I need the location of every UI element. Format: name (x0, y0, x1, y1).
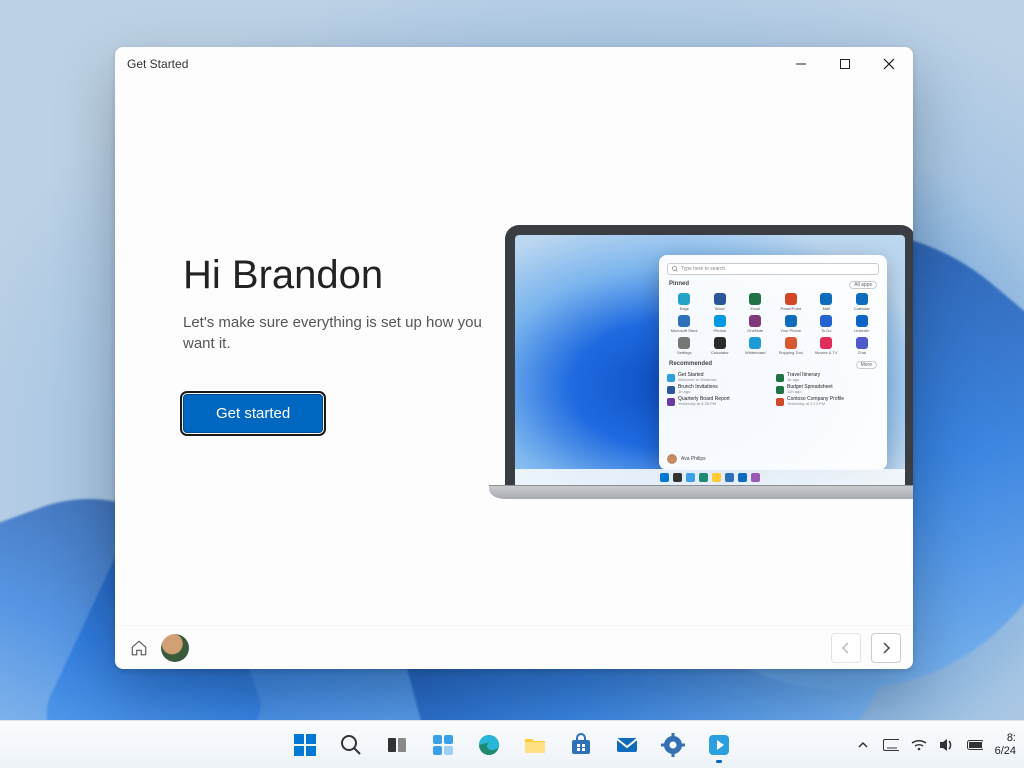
taskbar-search[interactable] (331, 725, 371, 765)
store-icon (569, 733, 593, 757)
titlebar[interactable]: Get Started (115, 47, 913, 81)
page-headline: Hi Brandon (183, 253, 496, 298)
windows-logo-icon (294, 734, 316, 756)
tray-battery-icon[interactable] (967, 737, 983, 753)
tray-wifi-icon[interactable] (911, 737, 927, 753)
taskbar-start[interactable] (285, 725, 325, 765)
minimize-button[interactable] (779, 47, 823, 81)
taskbar-file-explorer[interactable] (515, 725, 555, 765)
folder-icon (523, 733, 547, 757)
taskbar-mail[interactable] (607, 725, 647, 765)
get-started-button[interactable]: Get started (183, 394, 323, 433)
nav-next-button[interactable] (871, 633, 901, 663)
taskbar-widgets[interactable] (423, 725, 463, 765)
page-subtext: Let's make sure everything is set up how… (183, 312, 483, 354)
tray-keyboard-icon[interactable] (883, 737, 899, 753)
taskbar-task-view[interactable] (377, 725, 417, 765)
user-avatar[interactable] (161, 634, 189, 662)
taskbar: 8: 6/24 (0, 720, 1024, 768)
tray-overflow[interactable] (855, 737, 871, 753)
close-button[interactable] (867, 47, 911, 81)
tray-clock[interactable]: 8: 6/24 (995, 732, 1016, 756)
tray-volume-icon[interactable] (939, 737, 955, 753)
taskbar-edge[interactable] (469, 725, 509, 765)
gear-icon (661, 733, 685, 757)
taskbar-get-started[interactable] (699, 725, 739, 765)
window-title: Get Started (127, 57, 188, 71)
maximize-button[interactable] (823, 47, 867, 81)
get-started-window: Get Started Hi Brandon Let's make sure e… (115, 47, 913, 669)
illustration-start-menu: Type here to search Pinned All apps Edge… (659, 255, 887, 470)
get-started-icon (707, 733, 731, 757)
home-button[interactable] (127, 636, 151, 660)
widgets-icon (431, 733, 455, 757)
taskbar-store[interactable] (561, 725, 601, 765)
nav-prev-button[interactable] (831, 633, 861, 663)
taskbar-settings[interactable] (653, 725, 693, 765)
task-view-icon (385, 733, 409, 757)
laptop-illustration: Type here to search Pinned All apps Edge… (505, 225, 913, 515)
search-icon (339, 733, 363, 757)
mail-icon (615, 733, 639, 757)
edge-icon (477, 733, 501, 757)
